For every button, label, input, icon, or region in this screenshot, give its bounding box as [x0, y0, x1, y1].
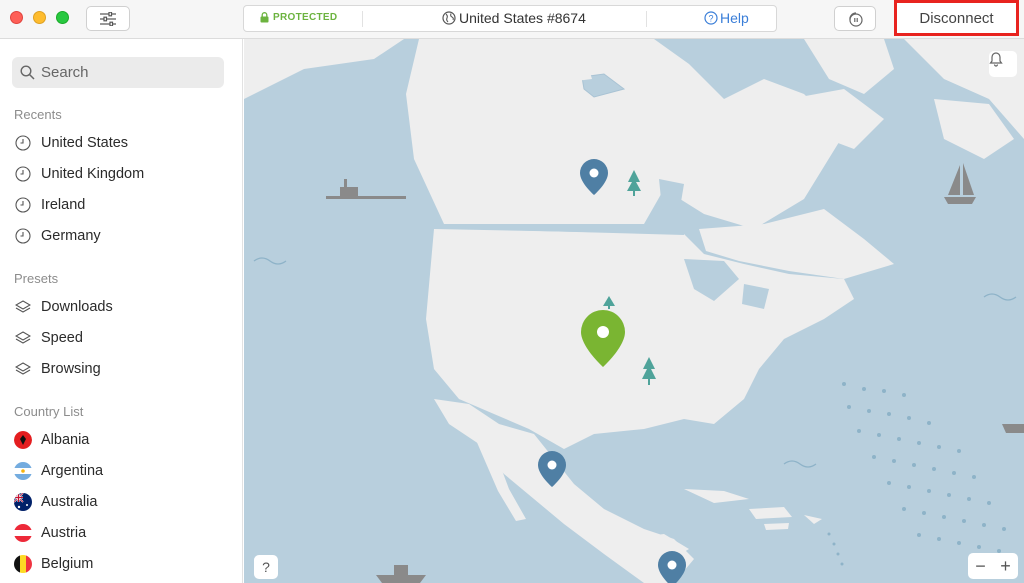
clock-icon: [14, 196, 32, 214]
country-item-austria[interactable]: Austria: [14, 522, 86, 544]
zoom-out-button[interactable]: −: [975, 556, 986, 577]
clock-icon: [14, 134, 32, 152]
maximize-window-button[interactable]: [56, 11, 69, 24]
map-help-label: ?: [262, 559, 270, 575]
ship-icon: [326, 179, 406, 199]
layers-icon: [14, 329, 32, 347]
disconnect-label: Disconnect: [919, 9, 994, 27]
server-label: United States #8674: [459, 10, 586, 26]
settings-button[interactable]: [86, 6, 130, 31]
question-circle-icon: ?: [704, 11, 718, 25]
sidebar: Search Recents United States United King…: [0, 39, 243, 583]
recent-item-label: United States: [41, 135, 129, 151]
arctic-land: [244, 39, 404, 99]
map-canvas: [244, 39, 1024, 583]
country-item-label: Argentina: [41, 463, 104, 479]
country-list-heading: Country List: [14, 404, 84, 419]
divider: [646, 11, 647, 27]
svg-text:?: ?: [708, 14, 713, 24]
protected-label: PROTECTED: [273, 12, 338, 23]
hudson-bay-water: [659, 179, 684, 214]
island-land: [804, 515, 822, 524]
divider: [362, 11, 363, 27]
country-item-argentina[interactable]: Argentina: [14, 460, 103, 482]
clock-icon: [14, 227, 32, 245]
notifications-button[interactable]: [989, 51, 1017, 77]
recent-item-label: Germany: [41, 228, 101, 244]
preset-item-downloads[interactable]: Downloads: [14, 296, 113, 318]
clock-icon: [14, 165, 32, 183]
island-land: [764, 523, 789, 530]
preset-item-label: Browsing: [41, 361, 101, 377]
country-item-australia[interactable]: Australia: [14, 491, 97, 513]
server-name[interactable]: United States #8674: [442, 10, 586, 26]
island-land: [574, 69, 592, 81]
close-window-button[interactable]: [10, 11, 23, 24]
layers-icon: [14, 298, 32, 316]
recents-heading: Recents: [14, 107, 62, 122]
country-item-label: Austria: [41, 525, 87, 541]
sailboat-icon: [944, 163, 976, 204]
canada-land: [406, 39, 844, 229]
preset-item-speed[interactable]: Speed: [14, 327, 83, 349]
cuba-land: [684, 489, 749, 503]
world-map[interactable]: ? − +: [244, 39, 1024, 583]
ship-icon: [1002, 424, 1024, 433]
help-label: Help: [720, 10, 749, 26]
titlebar: PROTECTED United States #8674 ? Help Dis…: [0, 0, 1024, 39]
preset-item-label: Downloads: [41, 299, 113, 315]
search-placeholder: Search: [41, 64, 89, 81]
recent-item-germany[interactable]: Germany: [14, 225, 101, 247]
recent-item-label: Ireland: [41, 197, 86, 213]
lock-icon: [260, 12, 269, 23]
layers-icon: [14, 360, 32, 378]
zoom-controls: − +: [968, 553, 1018, 579]
connection-status-bar: PROTECTED United States #8674 ? Help: [243, 5, 777, 32]
ship-icon: [376, 565, 426, 583]
wave-mark: [983, 293, 1017, 301]
disconnect-button[interactable]: Disconnect: [894, 0, 1019, 36]
protected-status: PROTECTED: [260, 12, 337, 23]
pause-button[interactable]: [834, 6, 876, 31]
country-item-label: Albania: [41, 432, 90, 448]
zoom-in-button[interactable]: +: [1000, 556, 1011, 577]
minimize-window-button[interactable]: [33, 11, 46, 24]
map-help-button[interactable]: ?: [254, 555, 278, 579]
sliders-icon: [100, 11, 116, 26]
recent-item-united-states[interactable]: United States: [14, 132, 128, 154]
australia-flag-icon: [14, 493, 32, 511]
wave-mark: [253, 257, 287, 265]
austria-flag-icon: [14, 524, 32, 542]
island-land: [804, 39, 894, 94]
albania-flag-icon: [14, 431, 32, 449]
help-link[interactable]: ? Help: [704, 10, 749, 26]
country-item-albania[interactable]: Albania: [14, 429, 89, 451]
search-icon: [20, 65, 35, 80]
recent-item-united-kingdom[interactable]: United Kingdom: [14, 163, 144, 185]
pause-icon: [849, 11, 863, 27]
bell-icon: [989, 52, 1003, 67]
preset-item-label: Speed: [41, 330, 83, 346]
country-item-label: Australia: [41, 494, 98, 510]
country-item-label: Belgium: [41, 556, 94, 572]
recent-item-label: United Kingdom: [41, 166, 145, 182]
presets-heading: Presets: [14, 271, 59, 286]
hispaniola-land: [749, 507, 792, 519]
country-item-belgium[interactable]: Belgium: [14, 553, 93, 575]
ocean-dots: [827, 382, 1006, 566]
globe-icon: [442, 11, 456, 25]
search-input[interactable]: Search: [12, 57, 224, 88]
wave-mark: [783, 460, 817, 468]
argentina-flag-icon: [14, 462, 32, 480]
recent-item-ireland[interactable]: Ireland: [14, 194, 85, 216]
preset-item-browsing[interactable]: Browsing: [14, 358, 101, 380]
belgium-flag-icon: [14, 555, 32, 573]
